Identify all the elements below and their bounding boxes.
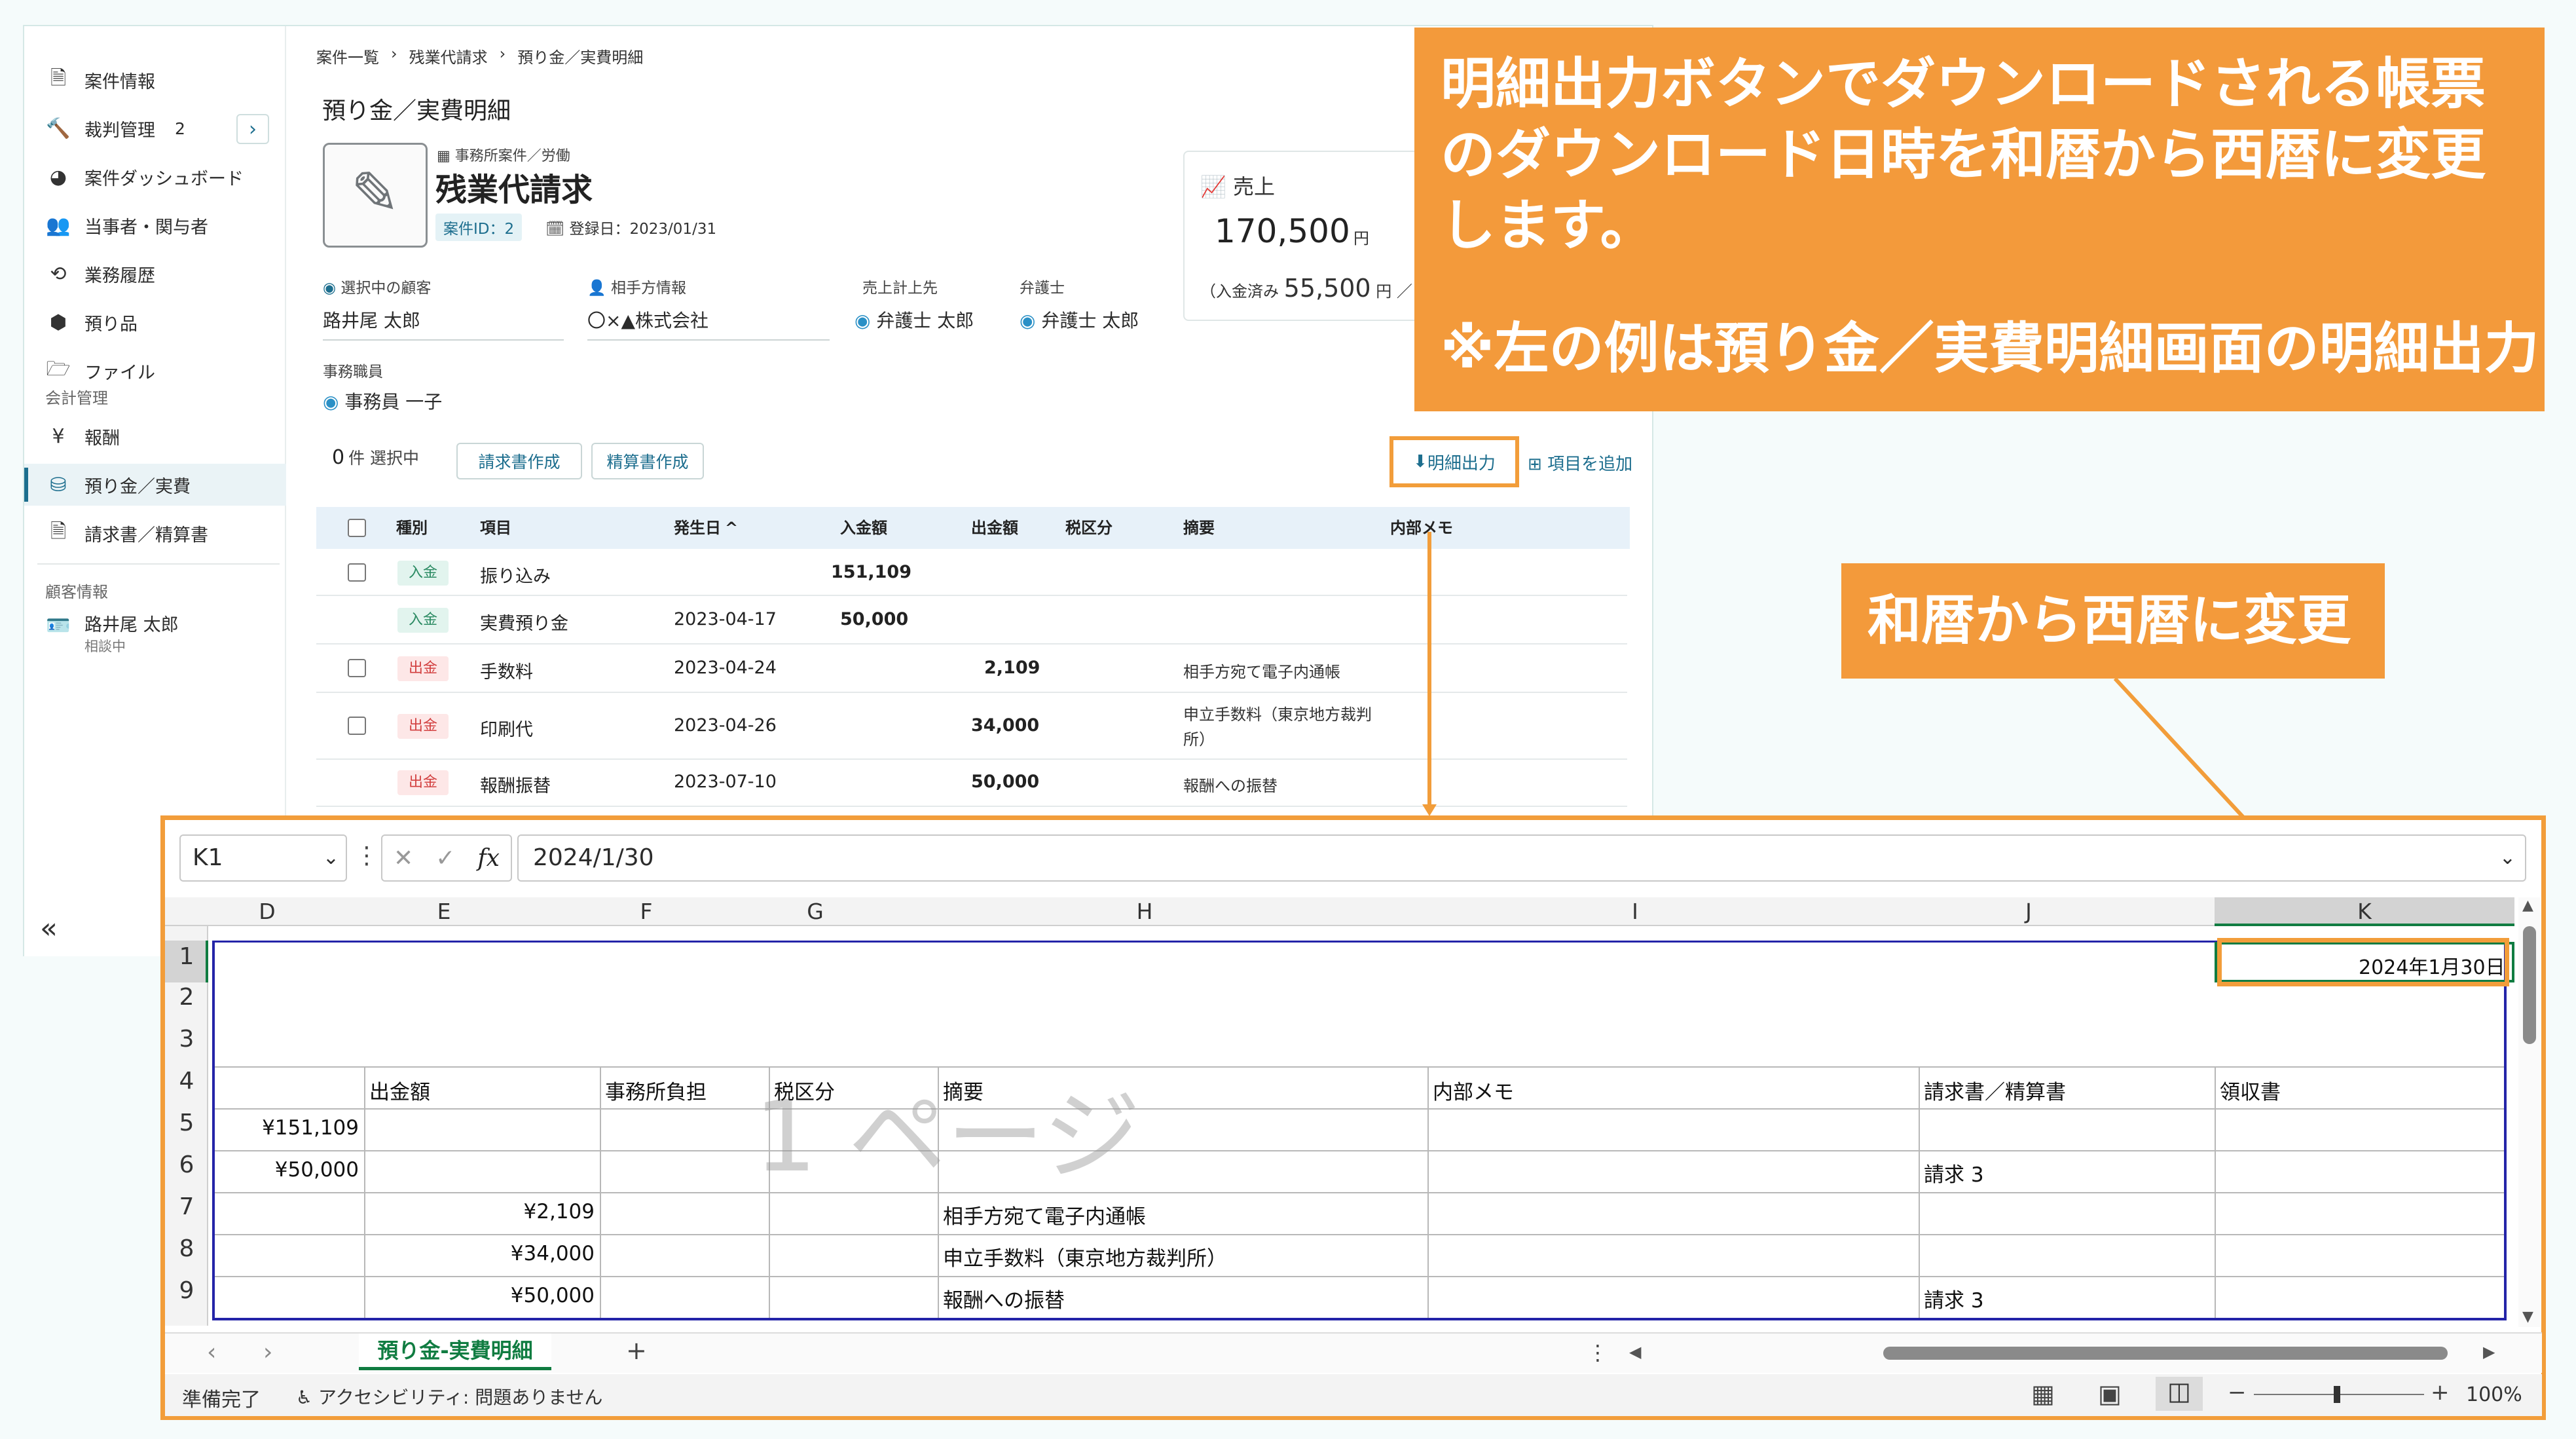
more-icon: ⋮ (355, 842, 378, 869)
excel-window: K1 ⌄ ⋮ ✕ ✓ fx 2024/1/30 ⌄ D E F G H I J K 1 … (160, 815, 2546, 1420)
cell-j9[interactable]: 請求 3 (1924, 1284, 1984, 1313)
cell-i4[interactable]: 内部メモ (1433, 1075, 1514, 1105)
row-2[interactable]: 2 (165, 984, 208, 1011)
chevron-down-icon: ⌄ (2499, 846, 2516, 869)
more-icon: ⋮ (1587, 1340, 1608, 1365)
vertical-scrollbar[interactable]: ▲ ▼ (2518, 897, 2541, 1327)
add-sheet-button[interactable]: + (626, 1336, 647, 1365)
col-J[interactable]: J (1881, 897, 2177, 926)
row-4[interactable]: 4 (165, 1068, 208, 1094)
formula-controls: ✕ ✓ fx (381, 834, 512, 882)
status-ready: 準備完了 (182, 1389, 261, 1411)
cell-e8[interactable]: ¥34,000 (368, 1242, 595, 1265)
name-box[interactable]: K1 ⌄ (179, 834, 347, 882)
accessibility-icon: ♿ (296, 1387, 319, 1408)
formula-value: 2024/1/30 (533, 844, 654, 871)
cell-e4[interactable]: 出金額 (369, 1075, 430, 1105)
accessibility-status[interactable]: ♿ アクセシビリティ: 問題ありません (296, 1383, 602, 1410)
row-7[interactable]: 7 (165, 1193, 208, 1220)
accessibility-text: アクセシビリティ: 問題ありません (318, 1387, 603, 1408)
formula-input[interactable]: 2024/1/30 ⌄ (517, 834, 2526, 882)
row-3[interactable]: 3 (165, 1026, 208, 1053)
col-H[interactable]: H (900, 897, 1389, 926)
zoom-level[interactable]: 100% (2466, 1383, 2522, 1406)
scroll-left-icon[interactable]: ◀ (1629, 1343, 1641, 1361)
scroll-down-icon[interactable]: ▼ (2522, 1309, 2533, 1325)
row-5[interactable]: 5 (165, 1110, 208, 1136)
col-K[interactable]: K (2215, 897, 2514, 926)
function-icon[interactable]: fx (477, 845, 500, 872)
zoom-thumb[interactable] (2334, 1386, 2340, 1403)
cancel-icon[interactable]: ✕ (394, 845, 413, 872)
sheet-tab-active[interactable]: 預り金-実費明細 (359, 1334, 551, 1370)
zoom-out-icon[interactable]: − (2228, 1379, 2247, 1406)
row-9[interactable]: 9 (165, 1277, 208, 1304)
name-box-value: K1 (193, 844, 223, 871)
cell-d6[interactable]: ¥50,000 (250, 1158, 359, 1182)
scroll-thumb[interactable] (2523, 926, 2536, 1044)
col-G[interactable]: G (731, 897, 900, 926)
col-F[interactable]: F (562, 897, 731, 926)
zoom-in-icon[interactable]: + (2431, 1379, 2450, 1406)
row-6[interactable]: 6 (165, 1151, 208, 1178)
chevron-down-icon: ⌄ (322, 846, 339, 869)
cell-e7[interactable]: ¥2,109 (368, 1200, 595, 1224)
col-E[interactable]: E (326, 897, 562, 926)
cell-h8[interactable]: 申立手数料（東京地方裁判所） (943, 1242, 1227, 1271)
cell-j4[interactable]: 請求書／精算書 (1924, 1075, 2066, 1105)
status-bar: 準備完了 ♿ アクセシビリティ: 問題ありません ▦ ▣ ◫ − + 100% (165, 1374, 2542, 1416)
cell-j6[interactable]: 請求 3 (1924, 1158, 1984, 1187)
cell-d5[interactable]: ¥151,109 (250, 1116, 359, 1140)
next-sheet-icon[interactable]: › (263, 1339, 272, 1366)
cell-k1[interactable]: 2024年1月30日 (2359, 951, 2505, 980)
scroll-up-icon[interactable]: ▲ (2522, 897, 2533, 914)
confirm-icon[interactable]: ✓ (435, 845, 455, 872)
page-layout-icon[interactable]: ▣ (2098, 1379, 2122, 1408)
cell-h4[interactable]: 摘要 (943, 1075, 984, 1105)
cell-k4[interactable]: 領収書 (2220, 1075, 2281, 1105)
normal-view-icon[interactable]: ▦ (2031, 1379, 2055, 1408)
arrow-head (1422, 804, 1437, 816)
col-D[interactable]: D (208, 897, 326, 926)
prev-sheet-icon[interactable]: ‹ (207, 1339, 216, 1366)
row-8[interactable]: 8 (165, 1235, 208, 1262)
cell-h7[interactable]: 相手方宛て電子内通帳 (943, 1200, 1146, 1229)
horizontal-scroll-thumb[interactable] (1883, 1347, 2448, 1360)
col-I[interactable]: I (1389, 897, 1881, 926)
sheet-tab-bar: ‹ › 預り金-実費明細 + ⋮ ◀ ▶ (165, 1332, 2542, 1373)
cell-f4[interactable]: 事務所負担 (605, 1075, 707, 1105)
scroll-right-icon[interactable]: ▶ (2483, 1343, 2495, 1361)
cell-h9[interactable]: 報酬への振替 (943, 1284, 1065, 1313)
row-1[interactable]: 1 (165, 943, 208, 970)
page-break-view-icon[interactable]: ◫ (2156, 1377, 2203, 1411)
cell-g4[interactable]: 税区分 (774, 1075, 835, 1105)
cell-e9[interactable]: ¥50,000 (368, 1284, 595, 1307)
